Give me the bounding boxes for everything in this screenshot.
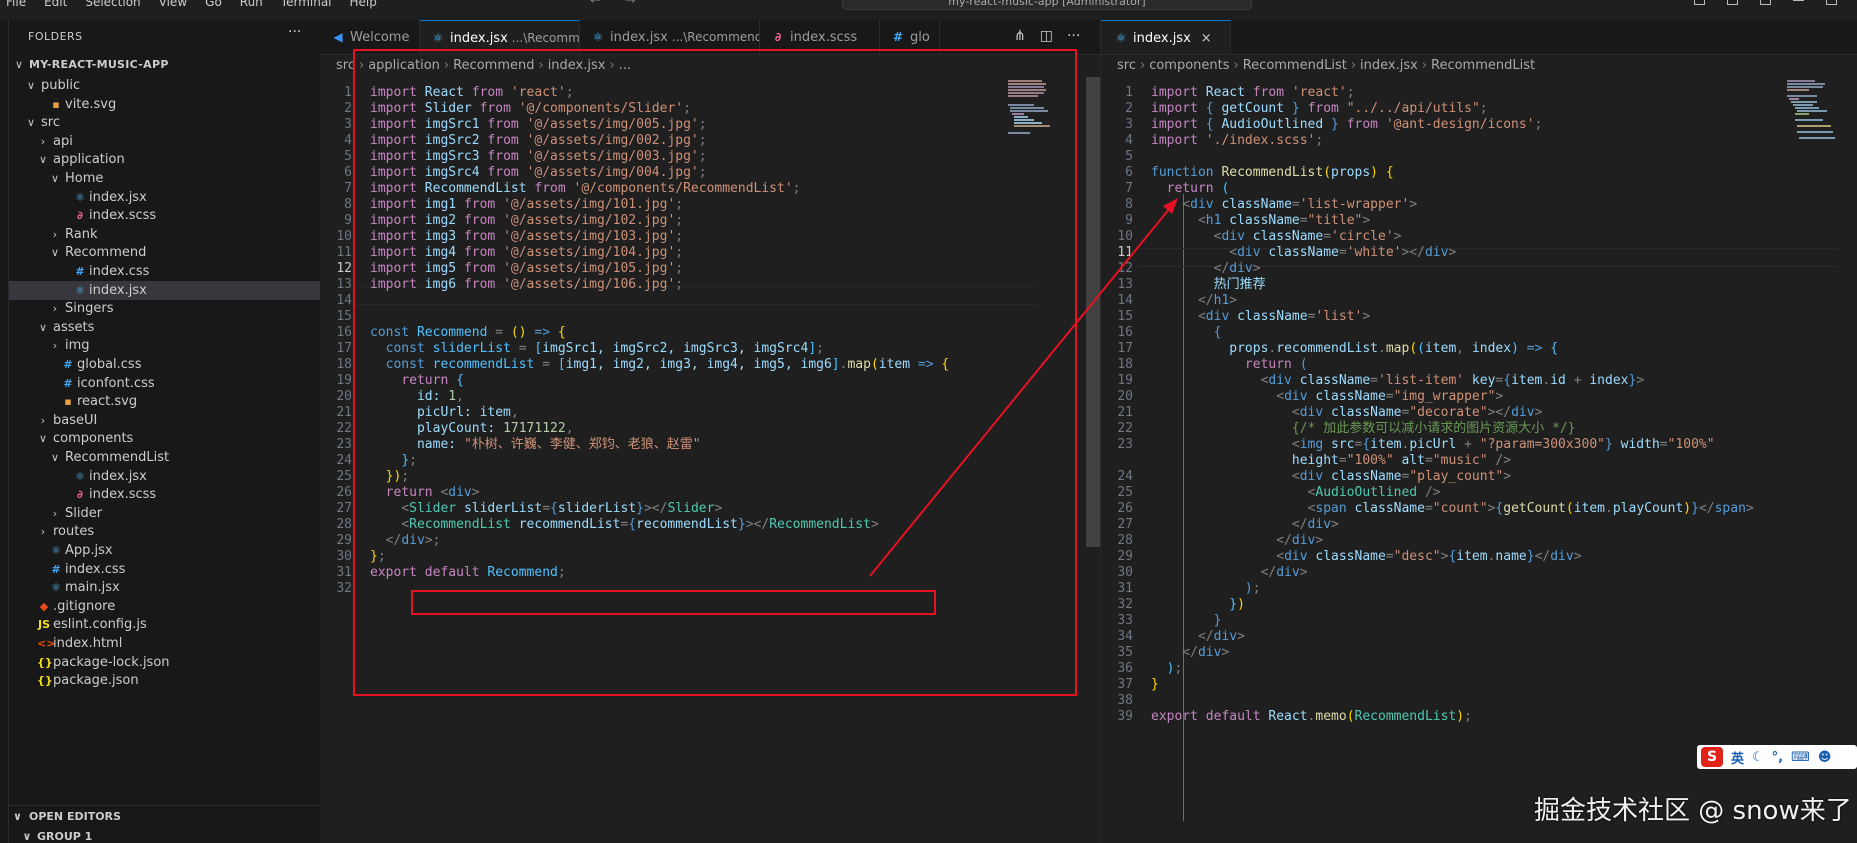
moon-icon[interactable]: ☾ [1752, 750, 1764, 765]
vscode-window: File Edit Selection View Go Run Terminal Help ←… [0, 0, 1857, 843]
punctuation-icon[interactable]: °, [1772, 750, 1783, 765]
watermark: 掘金技术社区 @ snow来了 [1534, 796, 1852, 826]
keyboard-icon[interactable]: ⌨ [1791, 750, 1810, 765]
arrow-line [869, 207, 1171, 577]
user-icon[interactable]: ☻ [1818, 750, 1832, 765]
ime-lang[interactable]: 英 [1731, 748, 1744, 767]
ime-toolbar[interactable]: S 英 ☾ °, ⌨ ☻ [1697, 745, 1857, 769]
arrow-head [1163, 198, 1178, 214]
sogou-logo: S [1701, 747, 1723, 767]
annotation-arrow [869, 198, 1178, 577]
